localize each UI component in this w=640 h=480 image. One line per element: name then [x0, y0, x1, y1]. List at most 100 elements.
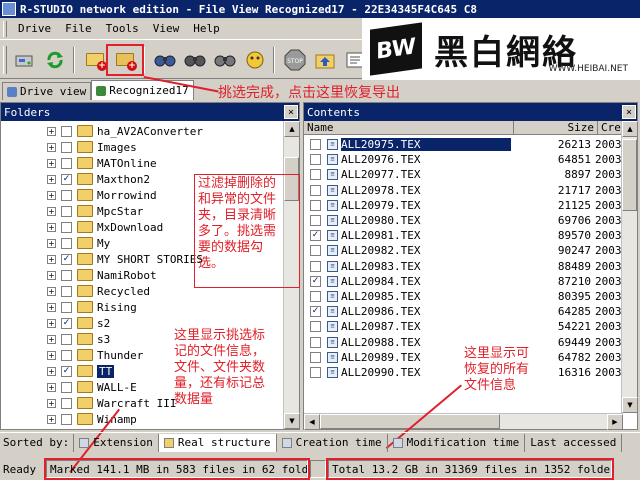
- expand-icon[interactable]: +: [47, 414, 56, 424]
- file-checkbox[interactable]: ✓: [310, 275, 321, 287]
- file-checkbox[interactable]: [310, 336, 321, 348]
- sort-creation-time[interactable]: Creation time: [277, 433, 388, 452]
- scroll-down-icon[interactable]: ▼: [284, 413, 300, 429]
- find-prev-button[interactable]: [211, 46, 239, 74]
- file-checkbox[interactable]: [310, 245, 321, 257]
- expand-icon[interactable]: +: [47, 318, 56, 328]
- file-checkbox[interactable]: [310, 366, 321, 378]
- folder-checkbox[interactable]: [61, 189, 72, 201]
- sort-extension[interactable]: Extension: [73, 433, 159, 452]
- folder-checkbox[interactable]: [61, 333, 72, 345]
- sort-real-structure[interactable]: Real structure: [158, 433, 277, 452]
- folder-checkbox[interactable]: ✓: [61, 317, 72, 329]
- expand-icon[interactable]: +: [47, 270, 56, 280]
- expand-icon[interactable]: +: [47, 206, 56, 216]
- folder-checkbox[interactable]: ✓: [61, 173, 72, 185]
- file-checkbox[interactable]: [310, 290, 321, 302]
- expand-icon[interactable]: +: [47, 190, 56, 200]
- folders-close-button[interactable]: ×: [284, 105, 298, 119]
- contents-scrollbar[interactable]: ▲ ▼: [621, 121, 638, 413]
- expand-icon[interactable]: +: [47, 126, 56, 136]
- menu-file[interactable]: File: [58, 22, 99, 35]
- expand-icon[interactable]: +: [47, 174, 56, 184]
- file-row[interactable]: ≡ ALL20987.TEX 54221 2003: [304, 319, 623, 334]
- expand-icon[interactable]: +: [47, 142, 56, 152]
- folder-row[interactable]: + Images: [1, 139, 283, 155]
- folder-row[interactable]: + MATOnline: [1, 155, 283, 171]
- file-row[interactable]: ≡ ALL20982.TEX 90247 2003: [304, 243, 623, 258]
- file-checkbox[interactable]: ✓: [310, 306, 321, 318]
- file-row[interactable]: ✓ ≡ ALL20986.TEX 64285 2003: [304, 304, 623, 319]
- expand-icon[interactable]: +: [47, 254, 56, 264]
- file-row[interactable]: ≡ ALL20978.TEX 21717 2003: [304, 183, 623, 198]
- folder-checkbox[interactable]: [61, 221, 72, 233]
- file-checkbox[interactable]: [310, 321, 321, 333]
- folder-checkbox[interactable]: [61, 413, 72, 425]
- column-created[interactable]: Crea: [598, 121, 623, 134]
- file-row[interactable]: ≡ ALL20985.TEX 80395 2003: [304, 289, 623, 304]
- file-checkbox[interactable]: [310, 260, 321, 272]
- file-row[interactable]: ≡ ALL20976.TEX 64851 2003: [304, 152, 623, 167]
- expand-icon[interactable]: +: [47, 334, 56, 344]
- folder-checkbox[interactable]: [61, 157, 72, 169]
- folder-row[interactable]: + ha_AV2AConverter: [1, 123, 283, 139]
- file-row[interactable]: ≡ ALL20980.TEX 69706 2003: [304, 213, 623, 228]
- file-checkbox[interactable]: [310, 351, 321, 363]
- folder-checkbox[interactable]: [61, 397, 72, 409]
- menu-help[interactable]: Help: [186, 22, 227, 35]
- folder-checkbox[interactable]: ✓: [61, 365, 72, 377]
- contents-scroll-thumb[interactable]: [622, 139, 637, 211]
- folder-checkbox[interactable]: [61, 205, 72, 217]
- contents-hscrollbar[interactable]: ◀ ▶: [304, 413, 623, 430]
- contents-scroll-down-icon[interactable]: ▼: [622, 397, 638, 413]
- folder-checkbox[interactable]: ✓: [61, 253, 72, 265]
- find-next-button[interactable]: [181, 46, 209, 74]
- recover-button[interactable]: +: [81, 46, 109, 74]
- folder-checkbox[interactable]: [61, 269, 72, 281]
- mask-button[interactable]: [241, 46, 269, 74]
- file-row[interactable]: ≡ ALL20977.TEX 8897 2003: [304, 167, 623, 182]
- menu-drive[interactable]: Drive: [11, 22, 58, 35]
- sort-last-accessed[interactable]: Last accessed: [525, 433, 623, 452]
- folder-row[interactable]: + Winamp: [1, 411, 283, 427]
- sort-modification-time[interactable]: Modification time: [388, 433, 526, 452]
- file-checkbox[interactable]: [310, 215, 321, 227]
- file-checkbox[interactable]: [310, 184, 321, 196]
- expand-icon[interactable]: +: [47, 350, 56, 360]
- contents-scroll-up-icon[interactable]: ▲: [622, 121, 638, 137]
- menu-view[interactable]: View: [146, 22, 187, 35]
- expand-icon[interactable]: +: [47, 382, 56, 392]
- column-name[interactable]: Name: [304, 121, 514, 134]
- column-size[interactable]: Size: [514, 121, 598, 134]
- file-checkbox[interactable]: ✓: [310, 230, 321, 242]
- contents-close-button[interactable]: ×: [622, 105, 636, 119]
- file-row[interactable]: ≡ ALL20983.TEX 88489 2003: [304, 259, 623, 274]
- folder-checkbox[interactable]: [61, 125, 72, 137]
- menu-tools[interactable]: Tools: [99, 22, 146, 35]
- expand-icon[interactable]: +: [47, 286, 56, 296]
- tab-drive-view[interactable]: Drive view: [2, 82, 92, 100]
- file-checkbox[interactable]: [310, 139, 321, 151]
- file-row[interactable]: ✓ ≡ ALL20984.TEX 87210 2003: [304, 274, 623, 289]
- expand-icon[interactable]: +: [47, 366, 56, 376]
- expand-icon[interactable]: +: [47, 222, 56, 232]
- expand-icon[interactable]: +: [47, 398, 56, 408]
- up-folder-button[interactable]: [311, 46, 339, 74]
- file-row[interactable]: ✓ ≡ ALL20981.TEX 89570 2003: [304, 228, 623, 243]
- find-button[interactable]: [151, 46, 179, 74]
- file-row[interactable]: ≡ ALL20975.TEX 26213 2003: [304, 137, 623, 152]
- folder-checkbox[interactable]: [61, 237, 72, 249]
- file-checkbox[interactable]: [310, 199, 321, 211]
- folder-checkbox[interactable]: [61, 301, 72, 313]
- scroll-up-icon[interactable]: ▲: [284, 121, 300, 137]
- refresh-button[interactable]: [41, 46, 69, 74]
- expand-icon[interactable]: +: [47, 238, 56, 248]
- scroll-left-icon[interactable]: ◀: [304, 414, 320, 430]
- expand-icon[interactable]: +: [47, 302, 56, 312]
- folder-checkbox[interactable]: [61, 381, 72, 393]
- file-checkbox[interactable]: [310, 169, 321, 181]
- folder-checkbox[interactable]: [61, 141, 72, 153]
- expand-icon[interactable]: +: [47, 158, 56, 168]
- folder-row[interactable]: + Rising: [1, 299, 283, 315]
- scroll-right-icon[interactable]: ▶: [607, 414, 623, 430]
